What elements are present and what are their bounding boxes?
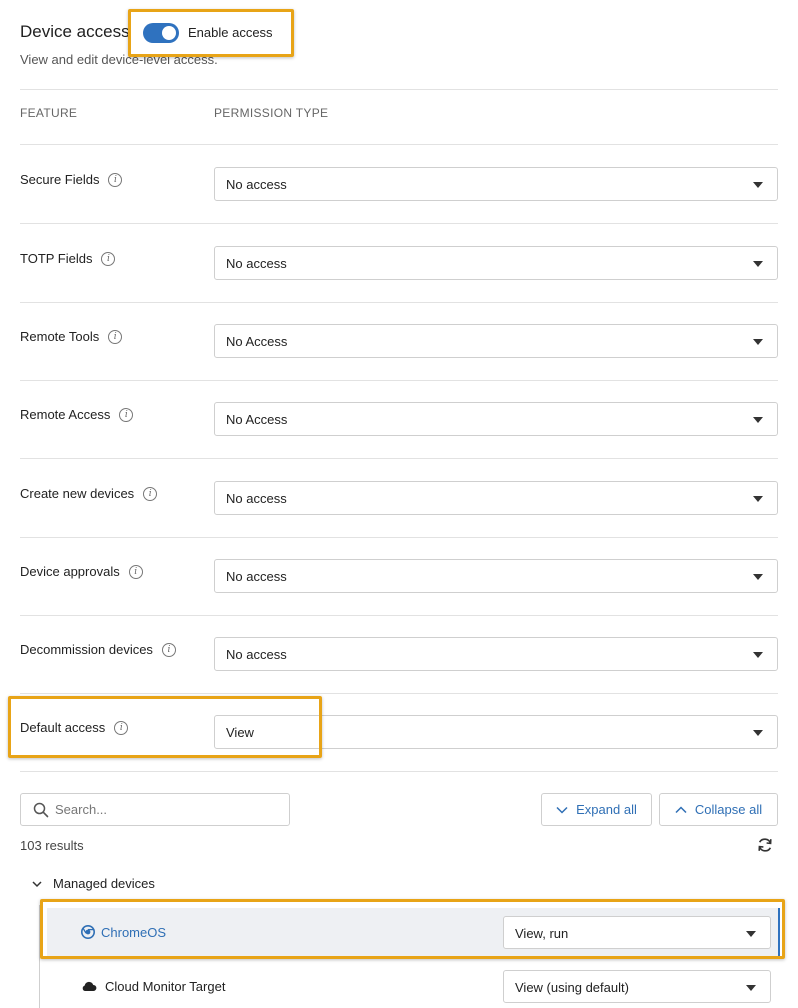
collapse-all-label: Collapse all — [694, 802, 763, 817]
info-icon[interactable]: i — [143, 486, 158, 501]
permission-select-value: No access — [226, 177, 287, 192]
permission-label: Decommission devices — [20, 642, 153, 657]
collapse-all-button[interactable]: Collapse all — [659, 793, 778, 826]
permission-label: TOTP Fields — [20, 251, 93, 266]
permission-label: Create new devices — [20, 486, 135, 501]
device-permission-value: View (using default) — [515, 980, 629, 995]
device-name: ChromeOS — [101, 925, 167, 940]
permission-row-default-access: Default access i View — [20, 693, 778, 772]
cloud-icon — [82, 981, 97, 991]
permission-select[interactable]: No Access — [214, 402, 778, 436]
permission-select-value: View — [226, 725, 254, 740]
caret-down-icon — [753, 182, 763, 188]
permission-row-device-approvals: Device approvals i No access — [20, 537, 778, 616]
permission-row-decommission-devices: Decommission devices i No access — [20, 615, 778, 694]
search-icon — [33, 802, 49, 818]
tree-guide-line — [39, 905, 40, 1008]
column-headers: FEATURE PERMISSION TYPE — [20, 89, 778, 145]
device-name: Cloud Monitor Target — [105, 979, 226, 994]
caret-down-icon — [746, 985, 756, 991]
enable-access-toggle[interactable] — [143, 23, 179, 43]
managed-devices-group[interactable]: Managed devices — [30, 876, 155, 891]
permission-select[interactable]: No access — [214, 246, 778, 280]
caret-down-icon — [753, 339, 763, 345]
caret-down-icon — [753, 261, 763, 267]
expand-all-label: Expand all — [576, 802, 637, 817]
permission-label: Secure Fields — [20, 172, 100, 187]
info-icon[interactable]: i — [128, 564, 143, 579]
page-title: Device access — [20, 22, 130, 41]
permission-select[interactable]: No access — [214, 167, 778, 201]
caret-down-icon — [753, 417, 763, 423]
permission-row-secure-fields: Secure Fields i No access — [20, 145, 778, 224]
search-input[interactable] — [55, 794, 285, 825]
permission-row-remote-tools: Remote Tools i No Access — [20, 302, 778, 381]
device-permission-select[interactable]: View, run — [503, 916, 771, 949]
permission-select[interactable]: No access — [214, 559, 778, 593]
info-icon[interactable]: i — [108, 329, 123, 344]
enable-access-label: Enable access — [188, 25, 273, 40]
permission-label: Default access — [20, 720, 106, 735]
toggle-knob — [162, 26, 176, 40]
info-icon[interactable]: i — [161, 642, 176, 657]
info-icon[interactable]: i — [114, 720, 129, 735]
device-row-chromeos[interactable]: ChromeOS View, run — [47, 908, 780, 956]
info-icon[interactable]: i — [101, 251, 116, 266]
permission-row-create-new-devices: Create new devices i No access — [20, 459, 778, 538]
device-permission-value: View, run — [515, 926, 569, 941]
expand-all-button[interactable]: Expand all — [541, 793, 652, 826]
device-row-cloud-monitor-target[interactable]: Cloud Monitor Target View (using default… — [47, 962, 780, 1008]
chevron-up-icon — [675, 805, 687, 813]
permission-select-value: No Access — [226, 412, 288, 427]
permission-select-value: No Access — [226, 334, 288, 349]
permission-label: Device approvals — [20, 564, 120, 579]
permission-select-value: No access — [226, 256, 287, 271]
permission-select[interactable]: No access — [214, 481, 778, 515]
permission-select-value: No access — [226, 491, 287, 506]
enable-access-toggle-highlight: Enable access — [128, 9, 294, 57]
caret-down-icon — [753, 652, 763, 658]
chevron-down-icon — [32, 880, 42, 887]
info-icon[interactable]: i — [108, 172, 123, 187]
permission-row-remote-access: Remote Access i No Access — [20, 380, 778, 459]
permission-type-column-header: PERMISSION TYPE — [214, 106, 329, 120]
refresh-icon[interactable] — [756, 836, 774, 854]
info-icon[interactable]: i — [119, 407, 134, 422]
permission-select-value: No access — [226, 647, 287, 662]
permission-select[interactable]: No Access — [214, 324, 778, 358]
search-box — [20, 793, 290, 826]
permission-select-value: No access — [226, 569, 287, 584]
device-permission-select[interactable]: View (using default) — [503, 970, 771, 1003]
permission-label: Remote Access — [20, 407, 111, 422]
chevron-down-icon — [556, 806, 568, 814]
caret-down-icon — [753, 730, 763, 736]
caret-down-icon — [753, 574, 763, 580]
caret-down-icon — [753, 496, 763, 502]
permission-label: Remote Tools — [20, 329, 100, 344]
chrome-icon — [81, 925, 95, 939]
permission-select[interactable]: View — [214, 715, 778, 749]
results-count: 103 results — [20, 838, 84, 853]
permission-select[interactable]: No access — [214, 637, 778, 671]
group-label: Managed devices — [53, 876, 155, 891]
feature-column-header: FEATURE — [20, 106, 78, 120]
caret-down-icon — [746, 931, 756, 937]
permission-row-totp-fields: TOTP Fields i No access — [20, 224, 778, 303]
